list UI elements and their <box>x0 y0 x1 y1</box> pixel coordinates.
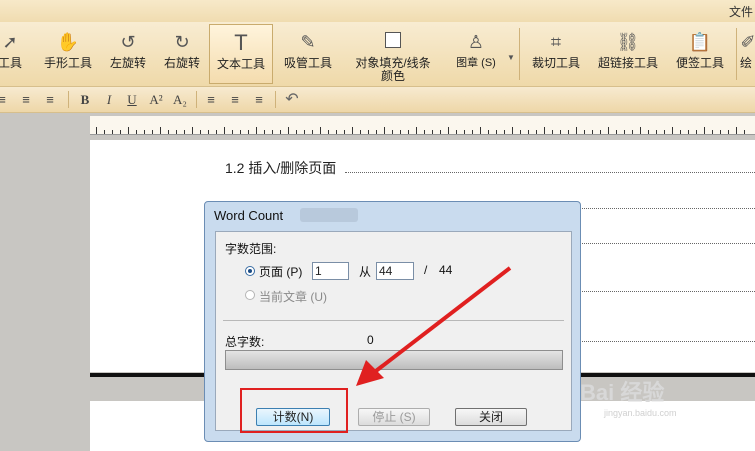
watermark-brand: Bai 经验 <box>580 380 665 405</box>
baidu-watermark: Bai 经验 jingyan.baidu.com <box>580 375 677 418</box>
watermark-url: jingyan.baidu.com <box>604 408 677 418</box>
